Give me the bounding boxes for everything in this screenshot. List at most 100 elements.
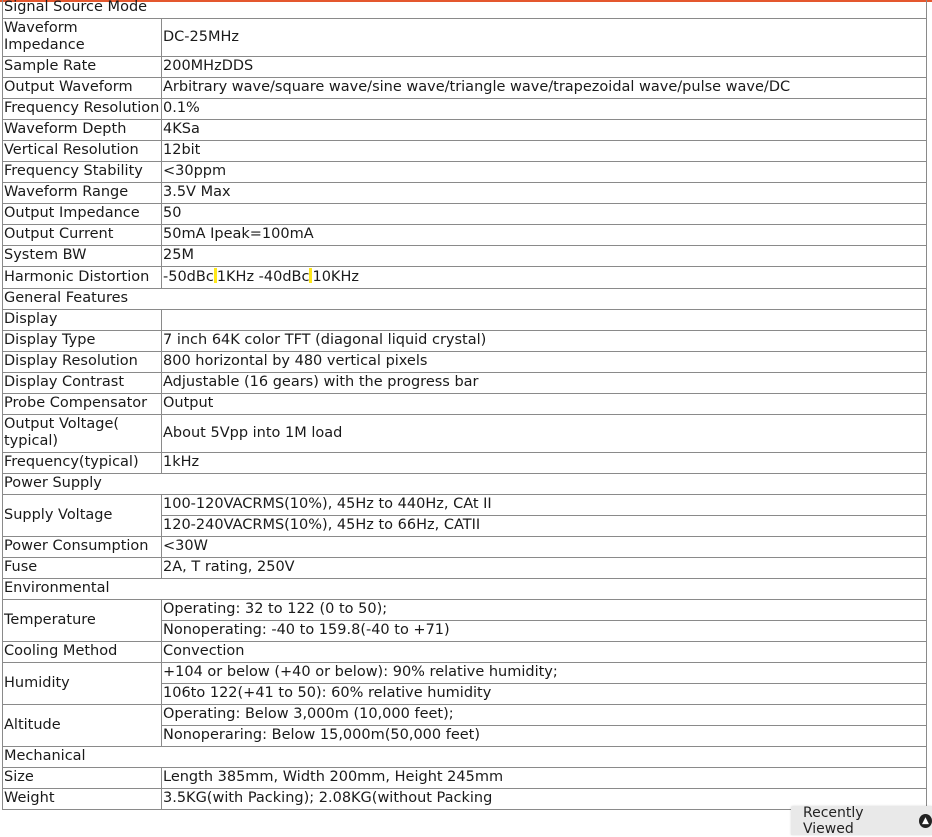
spec-value: Output [161,393,927,415]
spec-value: Nonoperating: -40 to 159.8(-40 to +71) [161,620,927,642]
spec-row: Waveform Depth 4KSa [2,119,927,141]
spec-value: 120-240VACRMS(10%), 45Hz to 66Hz, CATII [161,515,927,537]
spec-value: 3.5V Max [161,182,927,204]
spec-row: Temperature Operating: 32 to 122 (0 to 50… [2,599,927,642]
spec-value: 50mA Ipeak=100mA [161,224,927,246]
recently-viewed-label: Recently Viewed [803,804,864,837]
spec-value: 800 horizontal by 480 vertical pixels [161,351,927,373]
spec-key: Output Current [2,224,162,246]
spec-key: Probe Compensator [2,393,162,415]
section-header-row: General Features [2,288,927,310]
spec-key: Cooling Method [2,641,162,663]
spec-key: Output Impedance [2,203,162,225]
spec-row: Cooling Method Convection [2,641,927,663]
spec-row: Waveform Range 3.5V Max [2,182,927,204]
spec-key: Frequency Stability [2,161,162,183]
spec-value: <30ppm [161,161,927,183]
spec-value: Adjustable (16 gears) with the progress … [161,372,927,394]
spec-key: Display Contrast [2,372,162,394]
section-header: Signal Source Mode [2,0,927,19]
spec-row: Size Length 385mm, Width 200mm, Height 24… [2,767,927,789]
section-header-row: Signal Source Mode [2,0,927,19]
section-header-row: Power Supply [2,473,927,495]
spec-row: System BW 25M [2,245,927,267]
spec-key: Harmonic Distortion [2,266,162,289]
spec-row: Frequency Stability <30ppm [2,161,927,183]
spec-table: Signal Source Mode Waveform Impedance DC-2… [2,0,927,810]
spec-key: Waveform Depth [2,119,162,141]
spec-value: 25M [161,245,927,267]
spec-value: Arbitrary wave/square wave/sine wave/tri… [161,77,927,99]
spec-value: 100-120VACRMS(10%), 45Hz to 440Hz, CAt I… [161,494,927,516]
spec-key: Weight [2,788,162,810]
spec-value: 0.1% [161,98,927,120]
section-header: Mechanical [2,746,927,768]
spec-key: Frequency(typical) [2,452,162,474]
spec-row: Altitude Operating: Below 3,000m (10,000 … [2,704,927,747]
spec-key: Output Waveform [2,77,162,99]
spec-value: 2A, T rating, 250V [161,557,927,579]
spec-table-body: Signal Source Mode Waveform Impedance DC-2… [2,0,927,810]
spec-key: Size [2,767,162,789]
spec-value-part: 10KHz [312,269,359,285]
spec-value: 1kHz [161,452,927,474]
spec-value: 4KSa [161,119,927,141]
spec-row: Frequency Resolution 0.1% [2,98,927,120]
spec-row: Sample Rate 200MHzDDS [2,56,927,78]
chevron-up-icon: ▲ [918,813,932,828]
spec-value: Convection [161,641,927,663]
spec-value: 12bit [161,140,927,162]
spec-key: Frequency Resolution [2,98,162,120]
spec-value: Operating: Below 3,000m (10,000 feet); [161,704,927,726]
spec-row: Output Waveform Arbitrary wave/square wav… [2,77,927,99]
spec-value: 106to 122(+41 to 50): 60% relative humid… [161,683,927,705]
spec-row: Humidity +104 or below (+40 or below): 90… [2,662,927,705]
recently-viewed-button[interactable]: Recently Viewed ▲ [791,804,932,837]
spec-value [161,309,927,331]
spec-row: Output Current 50mA Ipeak=100mA [2,224,927,246]
spec-value: Nonoperaring: Below 15,000m(50,000 feet) [161,725,927,747]
spec-row: Display Type 7 inch 64K color TFT (diagon… [2,330,927,352]
section-header: General Features [2,288,927,310]
spec-row: Frequency(typical) 1kHz [2,452,927,474]
spec-value-part: -50dBc [163,269,214,285]
spec-key: Display [2,309,162,331]
spec-key: Sample Rate [2,56,162,78]
spec-row: Harmonic Distortion -50dBc 1KHz -40dBc 10KH… [2,266,927,289]
spec-row: Output Impedance 50 [2,203,927,225]
spec-row: Fuse 2A, T rating, 250V [2,557,927,579]
spec-key: Output Voltage( typical) [2,414,162,453]
spec-row: Weight 3.5KG(with Packing); 2.08KG(withou… [2,788,927,810]
spec-value: Operating: 32 to 122 (0 to 50); [161,599,927,621]
spec-key: Fuse [2,557,162,579]
spec-value: +104 or below (+40 or below): 90% relati… [161,662,927,684]
spec-key: Temperature [2,599,162,642]
section-header: Power Supply [2,473,927,495]
spec-key: Humidity [2,662,162,705]
spec-value: DC-25MHz [161,18,927,57]
spec-row: Display Resolution 800 horizontal by 480 … [2,351,927,373]
spec-value: <30W [161,536,927,558]
spec-value: -50dBc 1KHz -40dBc 10KHz [161,266,927,289]
section-header-row: Environmental [2,578,927,600]
spec-value: About 5Vpp into 1M load [161,414,927,453]
spec-row: Supply Voltage 100-120VACRMS(10%), 45Hz t… [2,494,927,537]
spec-value: 7 inch 64K color TFT (diagonal liquid cr… [161,330,927,352]
section-header: Environmental [2,578,927,600]
spec-row: Power Consumption <30W [2,536,927,558]
spec-row: Display Contrast Adjustable (16 gears) wi… [2,372,927,394]
spec-key: Power Consumption [2,536,162,558]
spec-value: 50 [161,203,927,225]
spec-key: System BW [2,245,162,267]
spec-row: Vertical Resolution 12bit [2,140,927,162]
spec-key: Supply Voltage [2,494,162,537]
spec-key: Display Type [2,330,162,352]
spec-key: Waveform Range [2,182,162,204]
spec-value: 200MHzDDS [161,56,927,78]
spec-row: Waveform Impedance DC-25MHz [2,18,927,57]
spec-value-part: 1KHz -40dBc [216,269,310,285]
section-header-row: Mechanical [2,746,927,768]
spec-row: Probe Compensator Output [2,393,927,415]
spec-key: Waveform Impedance [2,18,162,57]
spec-row: Output Voltage( typical) About 5Vpp into … [2,414,927,453]
